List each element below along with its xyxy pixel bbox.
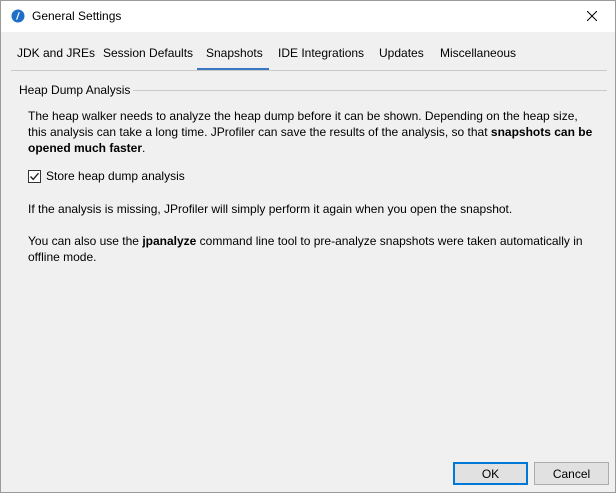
jpanalyze-note-start: You can also use the: [28, 234, 143, 248]
tab-snapshots[interactable]: Snapshots: [206, 46, 263, 60]
description-end: .: [142, 141, 146, 155]
tab-bar: JDK and JREs Session Defaults Snapshots …: [1, 32, 615, 71]
missing-analysis-note: If the analysis is missing, JProfiler wi…: [28, 202, 513, 216]
cancel-button[interactable]: Cancel: [534, 462, 609, 485]
section-divider: [133, 90, 607, 91]
tab-divider: [11, 70, 607, 71]
store-analysis-checkbox[interactable]: [28, 169, 41, 183]
close-icon: [586, 10, 598, 24]
store-analysis-option[interactable]: Store heap dump analysis: [28, 169, 185, 183]
window-title: General Settings: [32, 9, 122, 23]
jpanalyze-command: jpanalyze: [142, 234, 197, 248]
tab-miscellaneous[interactable]: Miscellaneous: [440, 46, 516, 60]
settings-dialog: General Settings JDK and JREs Session De…: [0, 0, 616, 493]
close-button[interactable]: [569, 1, 615, 32]
tab-ide-integrations[interactable]: IDE Integrations: [278, 46, 364, 60]
tab-jdk-and-jres[interactable]: JDK and JREs: [17, 46, 95, 60]
section-title: Heap Dump Analysis: [19, 83, 131, 97]
jprofiler-app-icon: [11, 9, 25, 23]
description-paragraph: The heap walker needs to analyze the hea…: [28, 108, 598, 156]
store-analysis-label[interactable]: Store heap dump analysis: [46, 169, 185, 183]
jpanalyze-note: You can also use the jpanalyze command l…: [28, 233, 598, 265]
tab-updates[interactable]: Updates: [379, 46, 424, 60]
title-bar: General Settings: [1, 1, 615, 32]
checkmark-icon: [29, 172, 40, 180]
ok-button[interactable]: OK: [453, 462, 528, 485]
tab-session-defaults[interactable]: Session Defaults: [103, 46, 193, 60]
